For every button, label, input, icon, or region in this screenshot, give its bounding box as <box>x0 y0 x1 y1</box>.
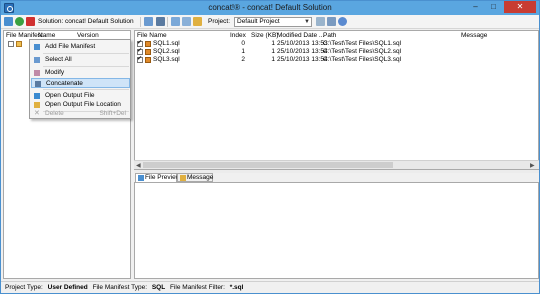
file-size: 1 <box>271 40 275 47</box>
manifest-type-label: File Manifest Type: <box>92 284 147 291</box>
menu-item-label: Delete <box>45 110 64 117</box>
select-all-icon <box>34 57 40 63</box>
solution-name: concat! Default Solution <box>65 18 134 25</box>
file-size: 1 <box>271 56 275 63</box>
modify-icon <box>34 70 40 76</box>
scroll-right-icon[interactable]: ▶ <box>530 162 535 169</box>
table-row[interactable]: SQL1.sql 0 1 25/10/2013 13:53 C:\Test\Te… <box>135 39 525 48</box>
project-list-icon[interactable] <box>327 17 336 26</box>
menu-item-label: Add File Manifest <box>45 43 96 50</box>
title-bar: concat!® - concat! Default Solution – □ … <box>1 1 539 15</box>
horizontal-scrollbar[interactable]: ◀ ▶ <box>134 160 539 169</box>
menu-item-label: Modify <box>45 69 65 76</box>
status-bar: Project Type: User Defined File Manifest… <box>1 281 539 293</box>
save-solution-icon[interactable] <box>156 17 165 26</box>
tab-file-preview[interactable]: File Preview <box>135 173 181 182</box>
maximize-button[interactable]: □ <box>485 1 502 13</box>
chevron-down-icon: ▼ <box>304 19 310 25</box>
menu-item-shortcut: Shift+Del <box>99 110 126 117</box>
file-index: 1 <box>241 48 245 55</box>
column-header-modified-date[interactable]: Modified Date ... <box>277 31 324 40</box>
window-title: concat!® - concat! Default Solution <box>208 3 332 12</box>
manifest-file-icon <box>16 41 22 47</box>
context-menu: Add File Manifest Select All Modify Conc… <box>29 39 131 119</box>
concatenate-icon <box>35 81 41 87</box>
add-project-icon[interactable] <box>171 17 180 26</box>
file-name: SQL1.sql <box>153 40 180 47</box>
toolbar: Solution: concat! Default Solution Proje… <box>1 15 539 29</box>
file-index: 0 <box>241 40 245 47</box>
manifest-checkbox[interactable] <box>8 41 14 47</box>
menu-item-delete: ✕ Delete Shift+Del <box>31 109 130 119</box>
open-solution-icon[interactable] <box>144 17 153 26</box>
menu-item-select-all[interactable]: Select All <box>31 55 130 65</box>
file-index: 2 <box>241 56 245 63</box>
column-header-message[interactable]: Message <box>461 31 487 40</box>
table-row[interactable]: SQL2.sql 1 1 25/10/2013 13:54 C:\Test\Te… <box>135 47 525 56</box>
project-type-value: User Defined <box>47 284 88 291</box>
menu-item-modify[interactable]: Modify <box>31 68 130 78</box>
file-path: C:\Test\Test Files\SQL2.sql <box>323 48 402 55</box>
toolbar-separator <box>140 17 141 27</box>
file-preview-pane <box>134 182 539 279</box>
column-header-size[interactable]: Size (KB) <box>251 31 278 40</box>
project-type-label: Project Type: <box>5 284 43 291</box>
file-list-panel: File Name Index Size (KB) Modified Date … <box>134 30 539 170</box>
file-modified-date: 25/10/2013 13:53 <box>277 40 328 47</box>
file-path: C:\Test\Test Files\SQL1.sql <box>323 40 402 47</box>
open-file-icon <box>34 93 40 99</box>
tab-label: File Preview <box>145 174 181 181</box>
file-modified-date: 25/10/2013 13:54 <box>277 56 328 63</box>
close-button[interactable]: ✕ <box>504 1 536 13</box>
copy-project-icon[interactable] <box>182 17 191 26</box>
sql-file-icon <box>145 41 151 47</box>
column-header-index[interactable]: Index <box>230 31 246 40</box>
file-size: 1 <box>271 48 275 55</box>
filter-value: *.sql <box>229 284 244 291</box>
project-options-icon[interactable] <box>338 17 347 26</box>
message-icon <box>180 175 186 181</box>
menu-item-concatenate[interactable]: Concatenate <box>31 78 130 88</box>
menu-item-label: Concatenate <box>46 80 83 87</box>
filter-label: File Manifest Filter: <box>170 284 225 291</box>
project-select-value: Default Project <box>237 18 280 25</box>
file-checkbox[interactable] <box>137 55 143 63</box>
sql-file-icon <box>145 57 151 63</box>
file-modified-date: 25/10/2013 13:54 <box>277 48 328 55</box>
table-row[interactable]: SQL3.sql 2 1 25/10/2013 13:54 C:\Test\Te… <box>135 55 525 64</box>
scrollbar-thumb[interactable] <box>143 162 393 168</box>
folder-icon <box>34 102 40 108</box>
menu-item-label: Select All <box>45 56 72 63</box>
edit-project-icon[interactable] <box>193 17 202 26</box>
minimize-button[interactable]: – <box>467 1 484 13</box>
tab-message[interactable]: Message <box>177 173 213 182</box>
file-preview-icon <box>138 175 144 181</box>
toolbar-separator <box>167 17 168 27</box>
delete-icon: ✕ <box>34 110 40 117</box>
new-solution-icon[interactable] <box>4 17 13 26</box>
column-header-path[interactable]: Path <box>323 31 336 40</box>
app-window: concat!® - concat! Default Solution – □ … <box>0 0 540 294</box>
file-name: SQL2.sql <box>153 48 180 55</box>
manifest-type-value: SQL <box>151 284 166 291</box>
solution-label: Solution: <box>38 18 64 25</box>
project-select[interactable]: Default Project ▼ <box>234 17 312 27</box>
menu-separator <box>43 66 129 67</box>
file-path: C:\Test\Test Files\SQL3.sql <box>323 56 402 63</box>
delete-solution-icon[interactable] <box>26 17 35 26</box>
tab-label: Message <box>187 174 214 181</box>
menu-separator <box>43 89 129 90</box>
refresh-icon[interactable] <box>15 17 24 26</box>
menu-item-add-file-manifest[interactable]: Add File Manifest <box>31 42 130 52</box>
project-label: Project: <box>208 18 231 25</box>
menu-separator <box>43 53 129 54</box>
add-file-icon <box>34 44 40 50</box>
project-settings-icon[interactable] <box>316 17 325 26</box>
preview-tabs: File Preview Message <box>134 173 539 182</box>
scroll-left-icon[interactable]: ◀ <box>136 162 141 169</box>
sql-file-icon <box>145 49 151 55</box>
file-name: SQL3.sql <box>153 56 180 63</box>
